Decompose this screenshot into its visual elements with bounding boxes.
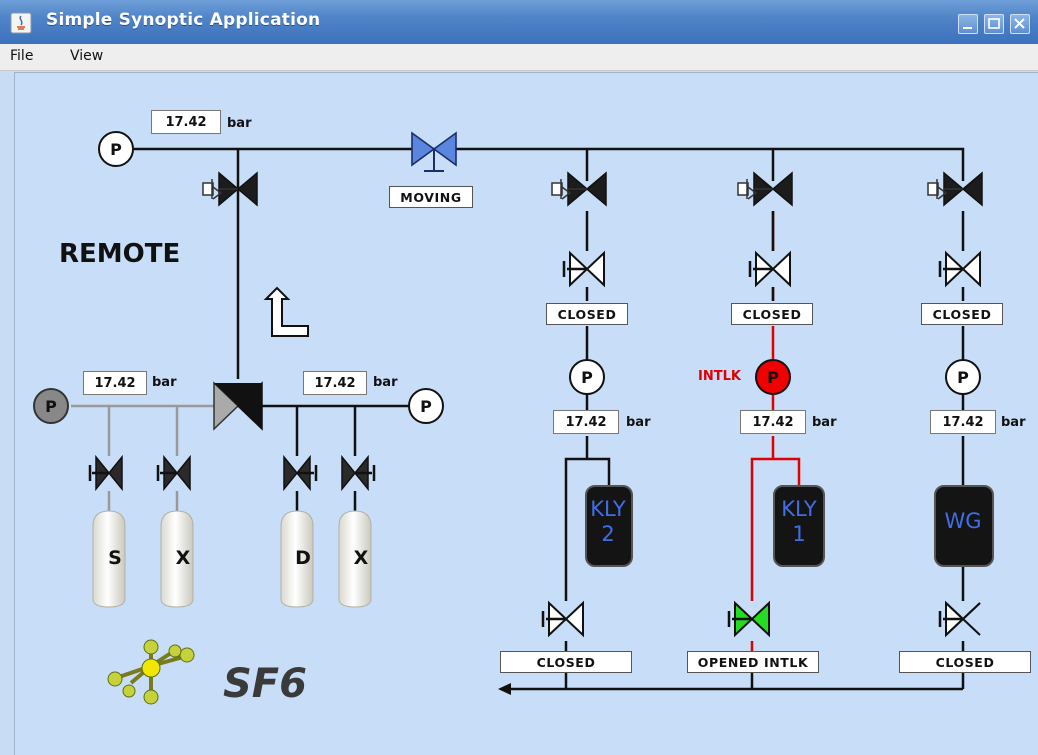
kly1-device-label: KLY 1 xyxy=(781,497,817,546)
bottle-d-valve[interactable] xyxy=(283,454,318,492)
bottle-label: D xyxy=(295,547,311,569)
bottle-x2-valve[interactable] xyxy=(341,454,376,492)
branch-kly1-upper-valve[interactable] xyxy=(748,250,791,288)
window-title: Simple Synoptic Application xyxy=(46,10,321,30)
svg-text:P: P xyxy=(767,368,779,387)
left-manifold-pipe xyxy=(71,404,214,511)
sf6-molecule-icon xyxy=(107,639,195,705)
isolation-valve-moving[interactable] xyxy=(411,131,457,172)
interlock-indicator: INTLK xyxy=(698,369,741,384)
branch-wg-lower-valve[interactable] xyxy=(938,600,981,638)
svg-text:P: P xyxy=(110,140,122,159)
branch-wg-pneumatic-valve[interactable] xyxy=(927,171,983,207)
isolation-valve-state: MOVING xyxy=(389,186,473,208)
maximize-icon xyxy=(988,18,1000,29)
left-manifold-value: 17.42 xyxy=(83,371,147,395)
main-pneumatic-valve[interactable] xyxy=(202,171,258,207)
main-pressure-gauge[interactable]: P xyxy=(98,131,134,167)
gas-label: SF6 xyxy=(223,661,307,707)
branch-kly1-pressure-unit: bar xyxy=(812,415,837,430)
bottle-s-valve[interactable] xyxy=(88,454,123,492)
maximize-button[interactable] xyxy=(984,14,1004,34)
close-button[interactable] xyxy=(1010,14,1030,34)
minimize-button[interactable] xyxy=(958,14,978,34)
bottle-label: X xyxy=(175,547,191,569)
branch-kly1-upper-state: CLOSED xyxy=(731,303,813,325)
left-manifold-gauge[interactable]: P xyxy=(33,388,69,424)
branch-wg-pressure-unit: bar xyxy=(1001,415,1026,430)
svg-text:P: P xyxy=(957,368,969,387)
branch-kly1-lower-state: OPENED INTLK xyxy=(687,651,819,673)
bottle-x1-valve[interactable] xyxy=(156,454,191,492)
svg-text:P: P xyxy=(581,368,593,387)
branch-kly1-gauge[interactable]: P xyxy=(755,359,791,395)
return-arrow-icon xyxy=(498,683,511,695)
title-bar[interactable]: Simple Synoptic Application xyxy=(0,0,1038,44)
branch-kly1-pneumatic-valve[interactable] xyxy=(737,171,793,207)
main-pipe xyxy=(134,147,965,379)
mode-label: REMOTE xyxy=(59,239,181,269)
kly2-device-label: KLY 2 xyxy=(590,497,626,546)
main-pressure-value: 17.42 xyxy=(151,110,221,134)
application-window: Simple Synoptic Application File View P … xyxy=(0,0,1038,755)
bottle-label: X xyxy=(353,547,369,569)
branch-kly1-pressure-value: 17.42 xyxy=(740,410,806,434)
branch-kly2-lower-state: CLOSED xyxy=(500,651,632,673)
right-manifold-value: 17.42 xyxy=(303,371,367,395)
bottle-label: S xyxy=(108,547,122,569)
main-pressure-unit: bar xyxy=(227,116,252,131)
synoptic-canvas: P P P P P P REMOTE 17.42 bar MOVING 17.4… xyxy=(14,72,1038,755)
branch-kly2-gauge[interactable]: P xyxy=(569,359,605,395)
branch-wg-pressure-value: 17.42 xyxy=(930,410,996,434)
branch-wg-lower-state: CLOSED xyxy=(899,651,1031,673)
java-app-icon xyxy=(10,12,32,34)
svg-text:P: P xyxy=(420,397,432,416)
direction-arrow-icon xyxy=(263,286,309,337)
minimize-icon xyxy=(963,27,972,29)
menu-bar: File View xyxy=(0,44,1038,71)
menu-view[interactable]: View xyxy=(70,48,103,64)
branch-kly1-lower-valve-opened[interactable] xyxy=(727,600,770,638)
branch-wg-upper-state: CLOSED xyxy=(921,303,1003,325)
wg-device-label: WG xyxy=(944,509,982,533)
branch-kly2-pressure-unit: bar xyxy=(626,415,651,430)
close-icon xyxy=(1014,18,1025,29)
branch-kly2-lower-valve[interactable] xyxy=(541,600,584,638)
left-manifold-unit: bar xyxy=(152,375,177,390)
svg-text:P: P xyxy=(45,397,57,416)
branch-wg-gauge[interactable]: P xyxy=(945,359,981,395)
branch-kly2-pressure-value: 17.42 xyxy=(553,410,619,434)
branch-wg-upper-valve[interactable] xyxy=(938,250,981,288)
right-manifold-unit: bar xyxy=(373,375,398,390)
branch-kly2-upper-valve[interactable] xyxy=(562,250,605,288)
branch-kly2-pneumatic-valve[interactable] xyxy=(551,171,607,207)
menu-file[interactable]: File xyxy=(10,48,33,64)
right-manifold-gauge[interactable]: P xyxy=(408,388,444,424)
three-way-valve[interactable] xyxy=(213,381,263,431)
branch-kly2-upper-state: CLOSED xyxy=(546,303,628,325)
